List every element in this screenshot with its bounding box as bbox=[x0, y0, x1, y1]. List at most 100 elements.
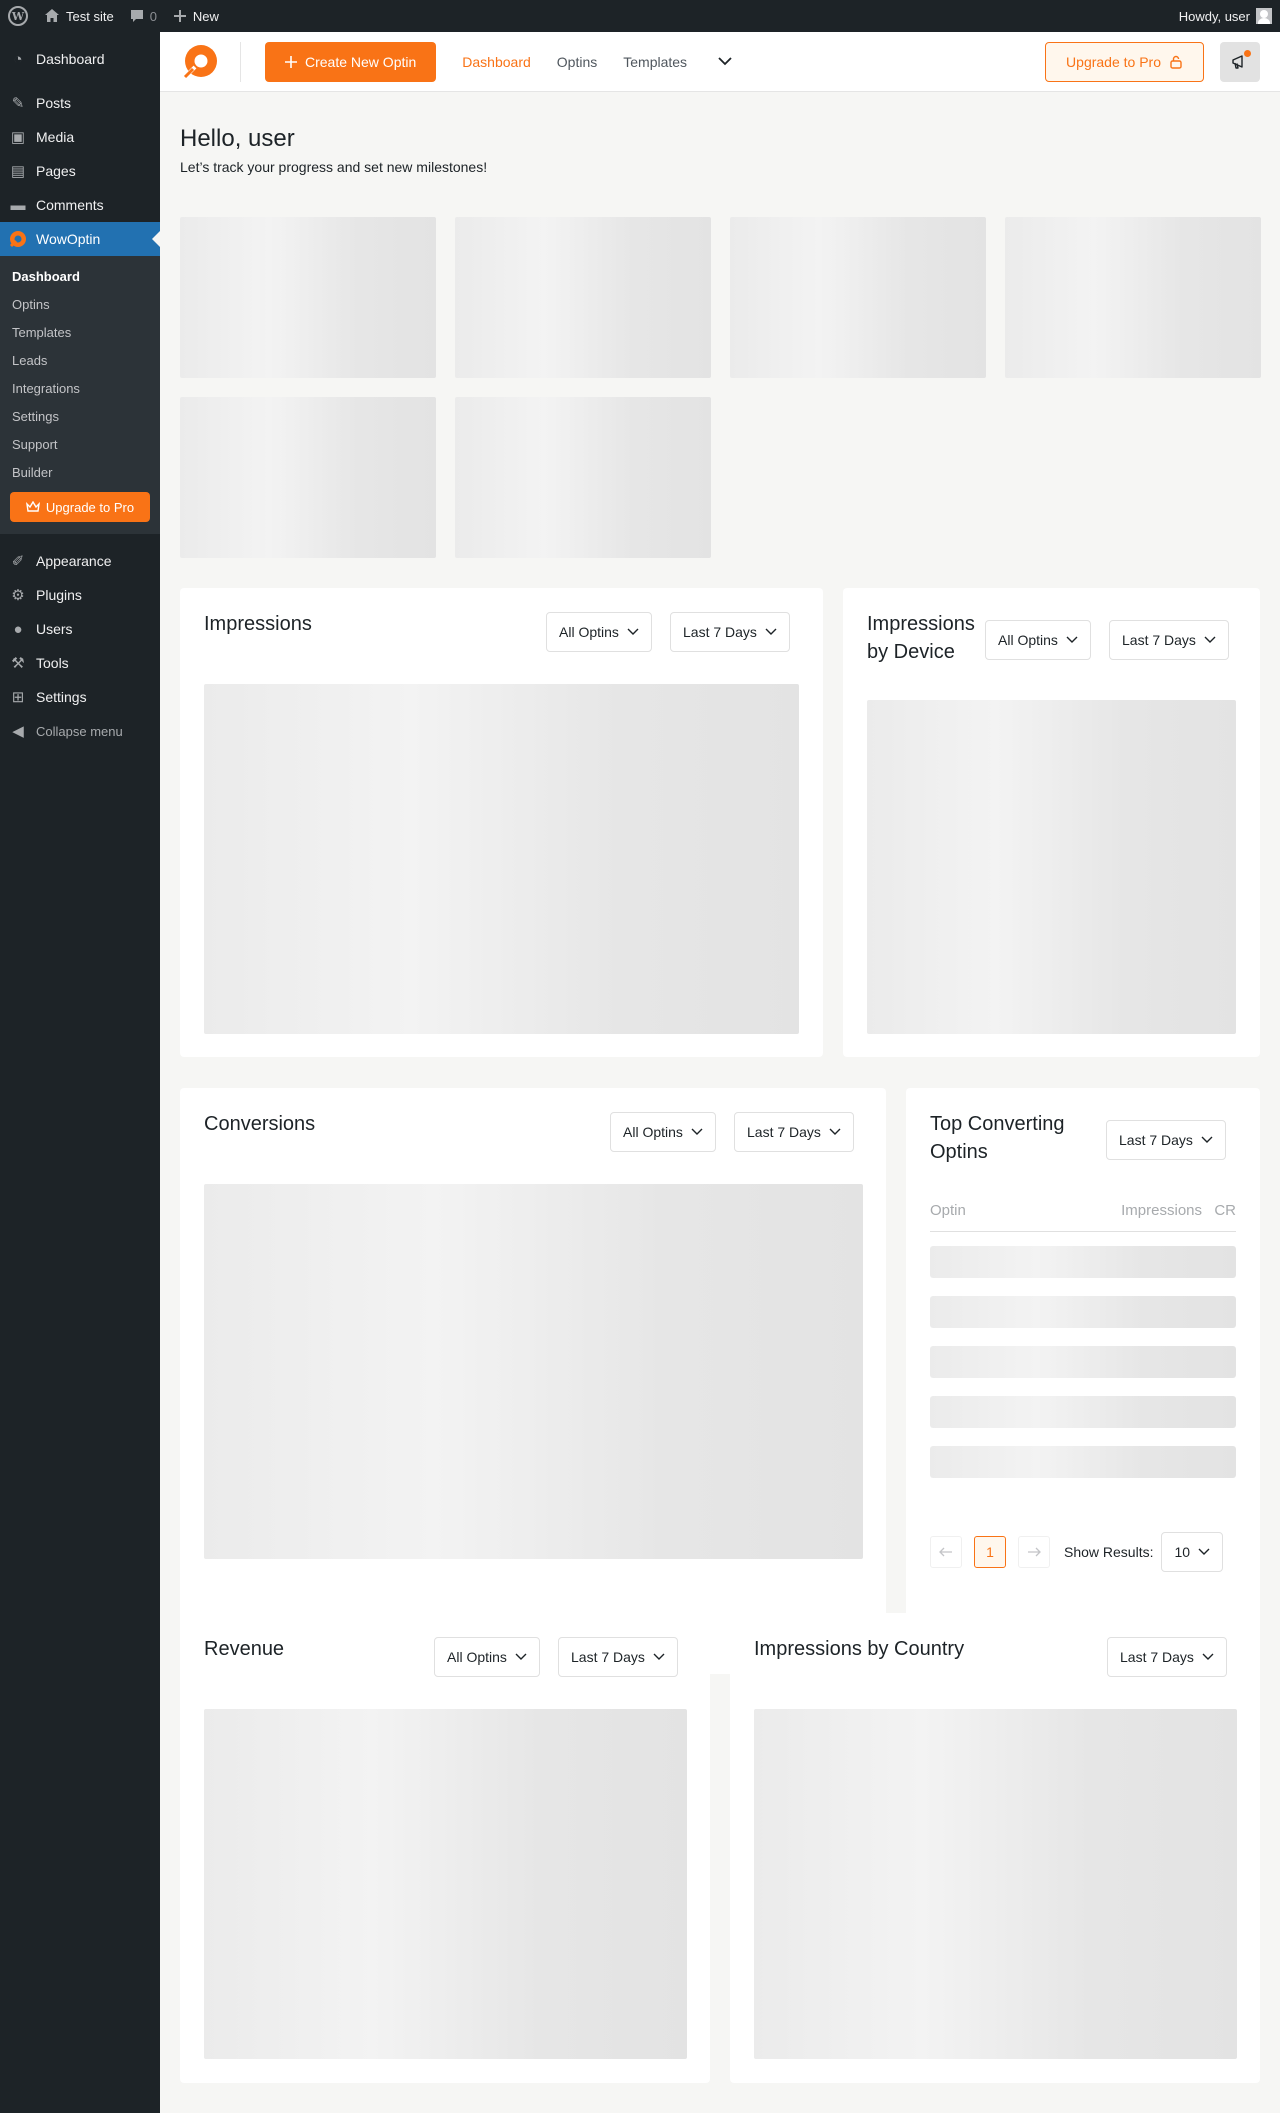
submenu-item-optins[interactable]: Optins bbox=[0, 290, 160, 318]
chevron-down-icon bbox=[1201, 1136, 1213, 1143]
arrow-left-icon bbox=[939, 1547, 952, 1557]
dashboard-icon: ◔ bbox=[13, 50, 23, 68]
collapse-icon: ◀ bbox=[12, 723, 24, 740]
sidebar-item-label: WowOptin bbox=[36, 231, 101, 247]
dropdown-value: All Optins bbox=[623, 1124, 683, 1140]
submenu-item-support[interactable]: Support bbox=[0, 430, 160, 458]
impressions-panel: Impressions All Optins Last 7 Days bbox=[180, 588, 823, 1057]
table-row-skeleton bbox=[930, 1396, 1236, 1428]
dropdown-value: All Optins bbox=[559, 624, 619, 640]
impressions-by-country-title: Impressions by Country bbox=[754, 1638, 965, 1660]
sidebar-item-settings[interactable]: ⊞ Settings bbox=[0, 680, 160, 714]
stat-card-skeleton bbox=[1005, 217, 1261, 378]
page-number-button[interactable]: 1 bbox=[974, 1536, 1006, 1568]
site-name-link[interactable]: Test site bbox=[36, 0, 122, 32]
sidebar-item-label: Users bbox=[36, 621, 73, 637]
date-range-dropdown[interactable]: Last 7 Days bbox=[1106, 1120, 1226, 1160]
nav-link-templates[interactable]: Templates bbox=[623, 54, 687, 70]
conversions-title: Conversions bbox=[204, 1113, 316, 1135]
sidebar-item-tools[interactable]: ⚒ Tools bbox=[0, 646, 160, 680]
users-icon: ● bbox=[13, 620, 23, 638]
optin-filter-dropdown[interactable]: All Optins bbox=[546, 612, 652, 652]
nav-more-button[interactable] bbox=[717, 54, 733, 70]
collapse-menu-button[interactable]: ◀ Collapse menu bbox=[0, 714, 160, 748]
sidebar-item-plugins[interactable]: ⚙ Plugins bbox=[0, 578, 160, 612]
announcements-button[interactable] bbox=[1220, 41, 1260, 82]
submenu-upgrade-button[interactable]: Upgrade to Pro bbox=[10, 492, 150, 522]
sidebar-item-label: Media bbox=[36, 129, 75, 145]
top-converting-title: Top Converting Optins bbox=[930, 1113, 1065, 1163]
date-range-dropdown[interactable]: Last 7 Days bbox=[734, 1112, 854, 1152]
sidebar-item-users[interactable]: ● Users bbox=[0, 612, 160, 646]
prev-page-button[interactable] bbox=[930, 1536, 962, 1568]
sidebar-item-comments[interactable]: ▬ Comments bbox=[0, 188, 160, 222]
wowoptin-icon bbox=[8, 229, 28, 249]
nav-link-optins[interactable]: Optins bbox=[557, 54, 597, 70]
wordpress-icon: W bbox=[8, 6, 28, 26]
submenu-item-integrations[interactable]: Integrations bbox=[0, 374, 160, 402]
new-content-link[interactable]: New bbox=[165, 0, 227, 32]
dropdown-value: Last 7 Days bbox=[1122, 632, 1196, 648]
media-icon: ▣ bbox=[10, 129, 26, 146]
page-title: Hello, user bbox=[180, 125, 295, 152]
dropdown-value: All Optins bbox=[998, 632, 1058, 648]
sidebar-item-label: Dashboard bbox=[36, 51, 105, 67]
impressions-chart-skeleton bbox=[204, 684, 799, 1034]
submenu-item-builder[interactable]: Builder bbox=[0, 458, 160, 486]
create-new-optin-button[interactable]: Create New Optin bbox=[265, 41, 437, 82]
date-range-dropdown[interactable]: Last 7 Days bbox=[1107, 1637, 1227, 1677]
submenu-item-dashboard[interactable]: Dashboard bbox=[0, 262, 160, 290]
comments-link[interactable]: 0 bbox=[122, 0, 165, 32]
stat-card-skeleton bbox=[455, 397, 711, 558]
page-subtitle: Let’s track your progress and set new mi… bbox=[180, 159, 488, 175]
dropdown-value: Last 7 Days bbox=[571, 1649, 645, 1665]
sidebar-item-dashboard[interactable]: ◔ Dashboard bbox=[0, 42, 160, 76]
optin-filter-dropdown[interactable]: All Optins bbox=[610, 1112, 716, 1152]
chevron-down-icon bbox=[691, 1128, 703, 1135]
show-results-select[interactable]: 10 bbox=[1161, 1532, 1224, 1572]
arrow-right-icon bbox=[1028, 1547, 1041, 1557]
collapse-menu-label: Collapse menu bbox=[36, 723, 123, 739]
date-range-dropdown[interactable]: Last 7 Days bbox=[1109, 620, 1229, 660]
date-range-dropdown[interactable]: Last 7 Days bbox=[558, 1637, 678, 1677]
submenu-item-settings[interactable]: Settings bbox=[0, 402, 160, 430]
submenu-item-leads[interactable]: Leads bbox=[0, 346, 160, 374]
next-page-button[interactable] bbox=[1018, 1536, 1050, 1568]
stat-card-skeleton bbox=[180, 217, 436, 378]
site-name: Test site bbox=[66, 8, 114, 24]
date-range-dropdown[interactable]: Last 7 Days bbox=[670, 612, 790, 652]
chevron-down-icon bbox=[1202, 1653, 1214, 1660]
sidebar-item-appearance[interactable]: ✐ Appearance bbox=[0, 544, 160, 578]
sidebar-item-wowoptin[interactable]: WowOptin bbox=[0, 222, 160, 256]
nav-link-dashboard[interactable]: Dashboard bbox=[462, 54, 531, 70]
wordpress-logo-button[interactable]: W bbox=[0, 0, 36, 32]
sidebar-item-label: Tools bbox=[36, 655, 69, 671]
device-chart-skeleton bbox=[867, 700, 1236, 1034]
chevron-down-icon bbox=[515, 1653, 527, 1660]
chevron-down-icon bbox=[653, 1653, 665, 1660]
settings-icon: ⊞ bbox=[11, 689, 25, 706]
conversions-chart-skeleton bbox=[204, 1184, 863, 1559]
chevron-down-icon bbox=[1204, 636, 1216, 643]
wowoptin-logo[interactable] bbox=[180, 42, 220, 82]
header-divider bbox=[240, 41, 241, 82]
optin-filter-dropdown[interactable]: All Optins bbox=[985, 620, 1091, 660]
submenu-item-templates[interactable]: Templates bbox=[0, 318, 160, 346]
home-icon bbox=[45, 9, 59, 22]
impressions-by-device-panel: Impressions by Device All Optins Last 7 … bbox=[843, 588, 1260, 1057]
column-header-cr: CR bbox=[1214, 1202, 1236, 1219]
my-account-link[interactable]: Howdy, user bbox=[1171, 0, 1280, 32]
upgrade-to-pro-button[interactable]: Upgrade to Pro bbox=[1045, 41, 1204, 82]
sidebar-item-pages[interactable]: ▤ Pages bbox=[0, 154, 160, 188]
sidebar-item-media[interactable]: ▣ Media bbox=[0, 120, 160, 154]
submenu-upgrade-label: Upgrade to Pro bbox=[45, 499, 135, 515]
optin-filter-dropdown[interactable]: All Optins bbox=[434, 1637, 540, 1677]
country-chart-skeleton bbox=[754, 1709, 1237, 2059]
admin-bar: W Test site 0 New Howdy, user bbox=[0, 0, 1280, 32]
show-results-label: Show Results: bbox=[1064, 1544, 1154, 1560]
plugins-icon: ⚙ bbox=[11, 587, 25, 604]
sidebar-item-posts[interactable]: ✎ Posts bbox=[0, 86, 160, 120]
top-converting-optins-panel: Top Converting Optins Last 7 Days Optin … bbox=[906, 1088, 1260, 1674]
pages-icon: ▤ bbox=[10, 163, 26, 180]
tools-icon: ⚒ bbox=[11, 655, 25, 672]
